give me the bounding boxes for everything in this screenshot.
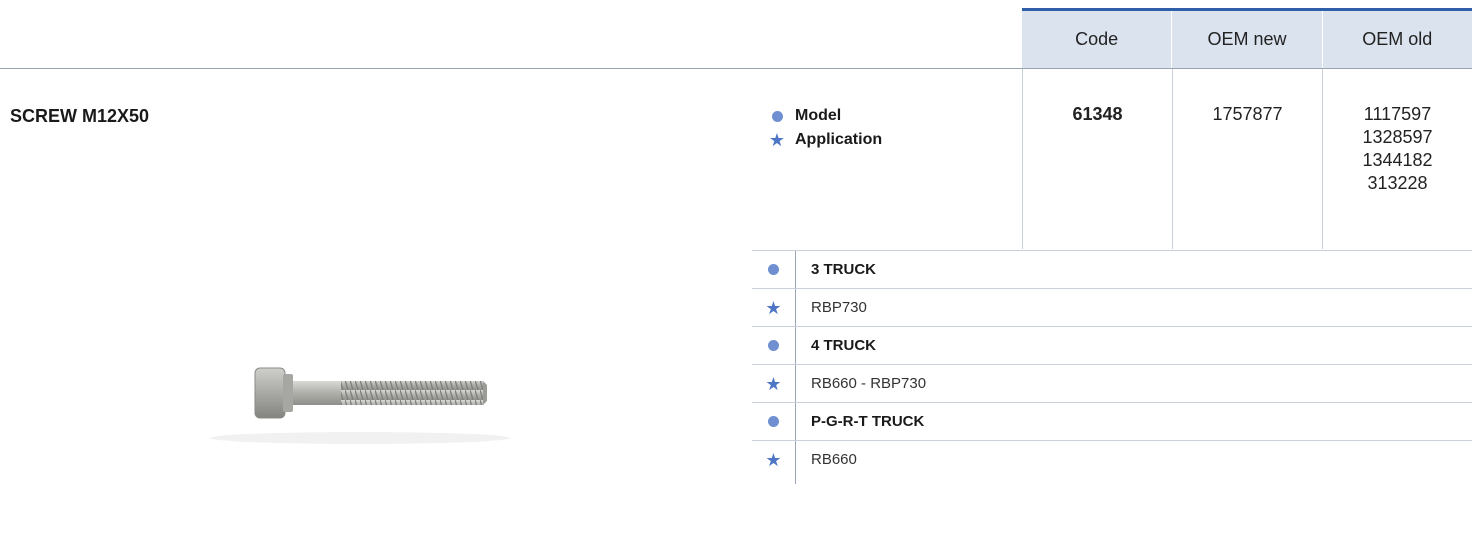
column-header: Code OEM new OEM old (1022, 8, 1472, 68)
dot-icon (768, 264, 779, 275)
application-name: RBP730 (811, 299, 867, 316)
list-item: ★ RB660 - RBP730 (752, 364, 1472, 402)
star-icon: ★ (765, 297, 782, 318)
oem-old-value: 1328597 (1362, 127, 1433, 147)
oem-new-value: 1757877 (1172, 69, 1322, 249)
header-oem-new: OEM new (1171, 11, 1321, 68)
dot-icon (771, 110, 783, 122)
oem-old-value: 1117597 (1363, 104, 1432, 124)
applications-list: 3 TRUCK ★ RBP730 4 TRUCK ★ RB660 - RBP73… (752, 250, 1472, 484)
application-name: RB660 - RBP730 (811, 375, 927, 392)
oem-old-values: 1117597 1328597 1344182 313228 (1322, 69, 1472, 249)
product-title: SCREW M12X50 (10, 106, 150, 126)
model-name: P-G-R-T TRUCK (811, 413, 925, 430)
divider (752, 478, 796, 484)
star-icon: ★ (765, 449, 782, 470)
dot-icon (768, 416, 779, 427)
list-item: ★ RB660 (752, 440, 1472, 478)
code-values: 61348 1757877 1117597 1328597 1344182 31… (1022, 69, 1472, 249)
legend-application: ★ Application (766, 128, 882, 152)
model-name: 4 TRUCK (811, 337, 877, 354)
application-name: RB660 (811, 451, 857, 468)
legend-model: Model (766, 104, 882, 128)
screw-image (210, 367, 510, 444)
star-icon: ★ (768, 130, 786, 150)
dot-icon (768, 340, 779, 351)
oem-old-value: 313228 (1367, 173, 1428, 193)
legend: Model ★ Application (766, 104, 882, 152)
list-item: ★ RBP730 (752, 288, 1472, 326)
list-item: 3 TRUCK (752, 250, 1472, 288)
legend-application-label: Application (795, 131, 883, 148)
legend-model-label: Model (795, 107, 842, 124)
model-name: 3 TRUCK (811, 261, 877, 278)
code-value: 61348 (1022, 69, 1172, 249)
oem-old-value: 1344182 (1362, 150, 1433, 170)
list-item: P-G-R-T TRUCK (752, 402, 1472, 440)
star-icon: ★ (765, 373, 782, 394)
header-code: Code (1075, 29, 1119, 49)
list-item: 4 TRUCK (752, 326, 1472, 364)
header-oem-old: OEM old (1321, 11, 1472, 68)
